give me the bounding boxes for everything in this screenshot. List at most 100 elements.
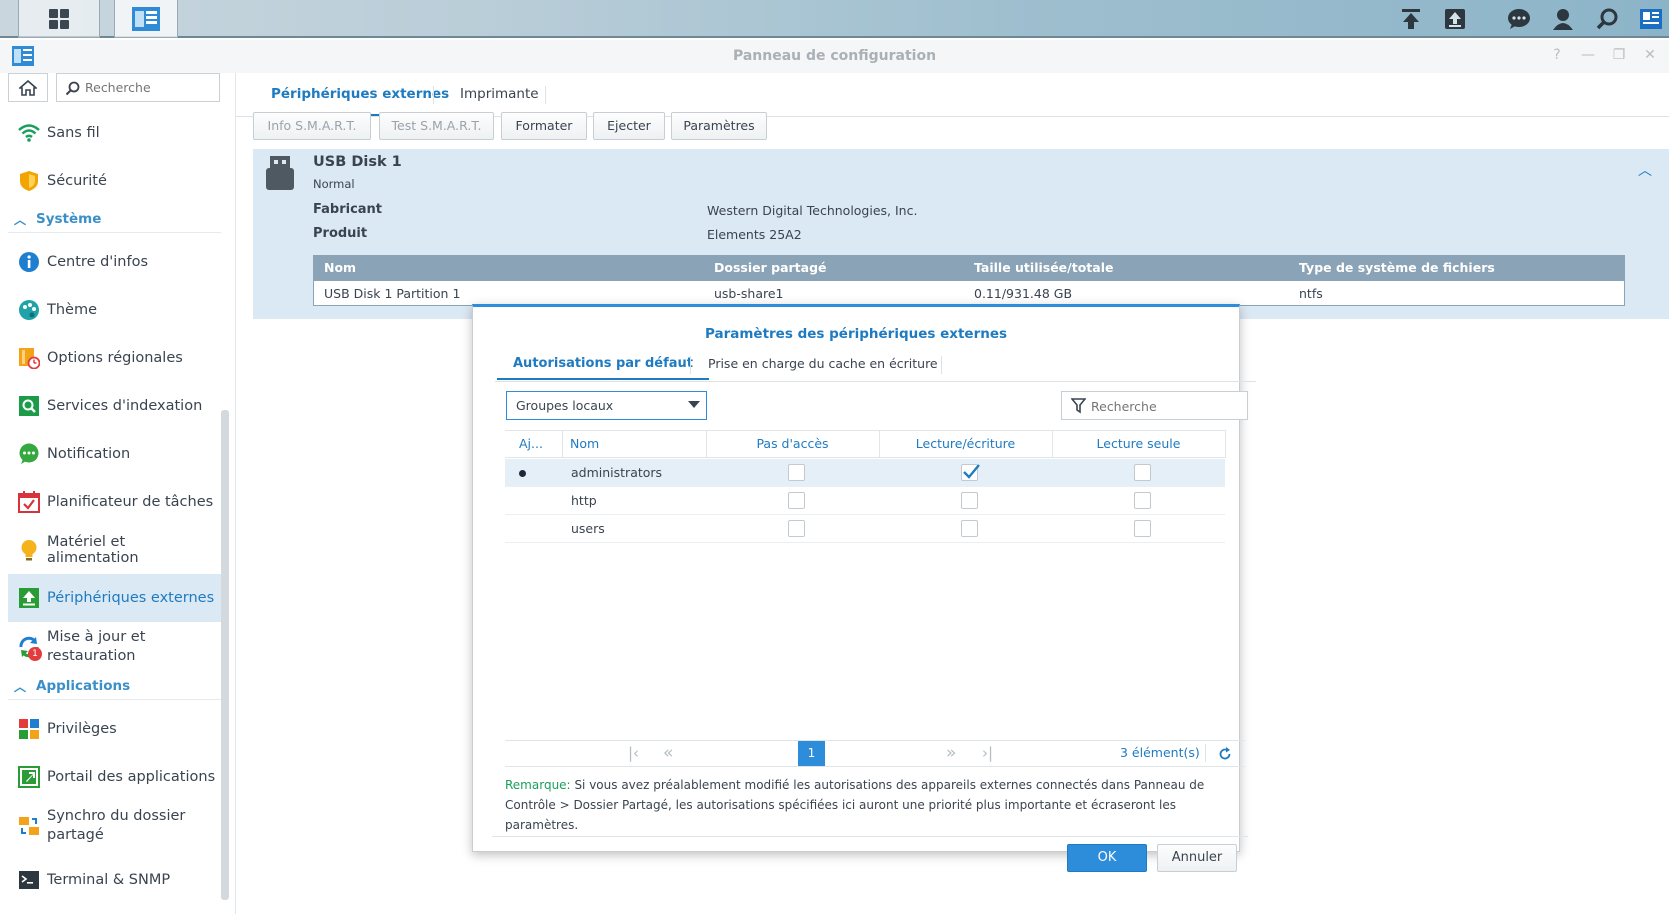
home-button[interactable]	[8, 73, 48, 102]
tab-external-devices[interactable]: Périphériques externes	[253, 73, 468, 116]
control-panel-task-button[interactable]	[114, 0, 178, 38]
sidebar-search-field[interactable]	[56, 73, 220, 102]
last-page-icon[interactable]: ›|	[982, 744, 993, 762]
dialog-search-input[interactable]	[1091, 396, 1241, 416]
column-header: Nom	[324, 260, 357, 275]
sidebar-item-external-devices[interactable]: Périphériques externes	[8, 574, 221, 622]
search-icon	[1596, 8, 1618, 30]
read-only-checkbox[interactable]	[1134, 520, 1151, 537]
tab-printer[interactable]: Imprimante	[446, 73, 553, 115]
sidebar-item-theme[interactable]: Thème	[8, 286, 221, 334]
column-header-read-write[interactable]: Lecture/écriture	[879, 436, 1052, 451]
download-station-button[interactable]	[1438, 0, 1472, 38]
restore-icon[interactable]: ❐	[1611, 47, 1627, 63]
sidebar-item-indexing[interactable]: Services d'indexation	[8, 382, 221, 430]
no-access-checkbox[interactable]	[788, 464, 805, 481]
sidebar-search-input[interactable]	[85, 77, 215, 98]
sidebar-item-security[interactable]: Sécurité	[8, 157, 221, 205]
sidebar-item-wireless[interactable]: Sans fil	[8, 109, 221, 157]
table-row[interactable]	[505, 487, 1225, 515]
column-divider	[1225, 430, 1226, 458]
minimize-icon[interactable]: —	[1580, 47, 1596, 63]
column-header-name[interactable]: Nom	[570, 436, 599, 451]
sidebar-item-label: Thème	[47, 302, 98, 318]
window-title: Panneau de configuration	[732, 48, 937, 64]
section-header-system[interactable]: ︿ Système	[14, 209, 101, 229]
main-menu-button[interactable]	[18, 0, 100, 38]
current-page-button[interactable]: 1	[798, 741, 825, 766]
column-header-no-access[interactable]: Pas d'accès	[706, 436, 879, 451]
section-header-applications[interactable]: ︿ Applications	[14, 676, 130, 696]
close-icon[interactable]: ✕	[1642, 47, 1658, 63]
sidebar-item-regional-options[interactable]: Options régionales	[8, 334, 221, 382]
eject-button[interactable]: Ejecter	[593, 112, 665, 140]
sidebar-item-info-center[interactable]: Centre d'infos	[8, 238, 221, 286]
sidebar-item-label: Centre d'infos	[47, 254, 149, 270]
tab-write-cache[interactable]: Prise en charge du cache en écriture	[692, 350, 954, 380]
next-page-icon[interactable]: »	[946, 743, 956, 763]
refresh-icon[interactable]	[1218, 747, 1232, 761]
tab-default-permissions[interactable]: Autorisations par défaut	[497, 350, 709, 380]
group-name: administrators	[571, 465, 663, 480]
collapse-chevron-icon[interactable]: ︿	[1638, 160, 1652, 180]
sidebar-item-terminal-snmp[interactable]: Terminal & SNMP	[8, 863, 221, 897]
item-count: 3 élément(s)	[1120, 745, 1200, 760]
search-button[interactable]	[1590, 0, 1624, 38]
sidebar-item-task-scheduler[interactable]: Planificateur de tâches	[8, 478, 221, 526]
first-page-icon[interactable]: |‹	[628, 744, 639, 762]
group-type-select[interactable]: Groupes locaux	[506, 391, 707, 420]
no-access-checkbox[interactable]	[788, 520, 805, 537]
sidebar-item-label: Portail des applications	[47, 769, 216, 785]
control-panel-icon	[132, 6, 160, 31]
sidebar-item-application-portal[interactable]: Portail des applications	[8, 753, 221, 801]
format-button[interactable]: Formater	[501, 112, 587, 140]
read-only-checkbox[interactable]	[1134, 464, 1151, 481]
sidebar-item-shared-folder-sync[interactable]: Synchro du dossier partagé	[8, 801, 221, 851]
read-write-checkbox[interactable]	[961, 464, 980, 481]
manufacturer-value: Western Digital Technologies, Inc.	[707, 203, 918, 218]
dialog-title: Paramètres des périphériques externes	[704, 326, 1008, 342]
messages-button[interactable]	[1502, 0, 1536, 38]
product-label: Produit	[313, 226, 368, 241]
portal-icon	[17, 765, 41, 789]
sidebar-scrollbar[interactable]	[221, 410, 229, 900]
read-write-checkbox[interactable]	[961, 520, 978, 537]
pagination-top-border	[505, 740, 1245, 741]
settings-button[interactable]: Paramètres	[671, 112, 767, 140]
read-only-checkbox[interactable]	[1134, 492, 1151, 509]
lightbulb-icon	[17, 538, 41, 562]
read-write-checkbox[interactable]	[961, 492, 978, 509]
admin-dot-icon	[519, 470, 526, 477]
shield-icon	[17, 169, 41, 193]
search-icon	[65, 81, 80, 96]
help-icon[interactable]: ?	[1549, 47, 1565, 63]
sidebar-item-privileges[interactable]: Privilèges	[8, 705, 221, 753]
smart-test-button[interactable]: Test S.M.A.R.T.	[379, 112, 494, 140]
prev-page-icon[interactable]: «	[663, 743, 673, 763]
tab-divider	[941, 356, 942, 374]
ok-button[interactable]: OK	[1067, 844, 1147, 872]
dialog-search-field[interactable]	[1061, 391, 1248, 420]
sidebar-item-label: restauration	[47, 648, 136, 664]
column-header-read-only[interactable]: Lecture seule	[1052, 436, 1225, 451]
sidebar-item-label: Sécurité	[47, 173, 107, 189]
table-row[interactable]	[313, 281, 1625, 306]
sidebar-item-label: Mise à jour et	[47, 629, 146, 645]
sidebar-item-update-restore[interactable]: 1 Mise à jour et restauration	[8, 622, 221, 672]
device-status: Normal	[313, 177, 355, 191]
table-cell: usb-share1	[714, 286, 784, 301]
sidebar-item-label: Services d'indexation	[47, 398, 203, 414]
table-row[interactable]	[505, 515, 1225, 543]
upload-queue-button[interactable]	[1394, 0, 1428, 38]
sidebar-item-label: partagé	[47, 827, 104, 843]
divider	[8, 232, 221, 233]
upload-icon	[17, 586, 41, 610]
cancel-button[interactable]: Annuler	[1157, 844, 1237, 872]
no-access-checkbox[interactable]	[788, 492, 805, 509]
user-button[interactable]	[1546, 0, 1580, 38]
sidebar-item-notification[interactable]: Notification	[8, 430, 221, 478]
widgets-button[interactable]	[1634, 0, 1668, 38]
column-header-admin[interactable]: Aj...	[519, 436, 543, 451]
sidebar-item-hardware-power[interactable]: Matériel et alimentation	[8, 526, 221, 574]
smart-info-button[interactable]: Info S.M.A.R.T.	[253, 112, 371, 140]
